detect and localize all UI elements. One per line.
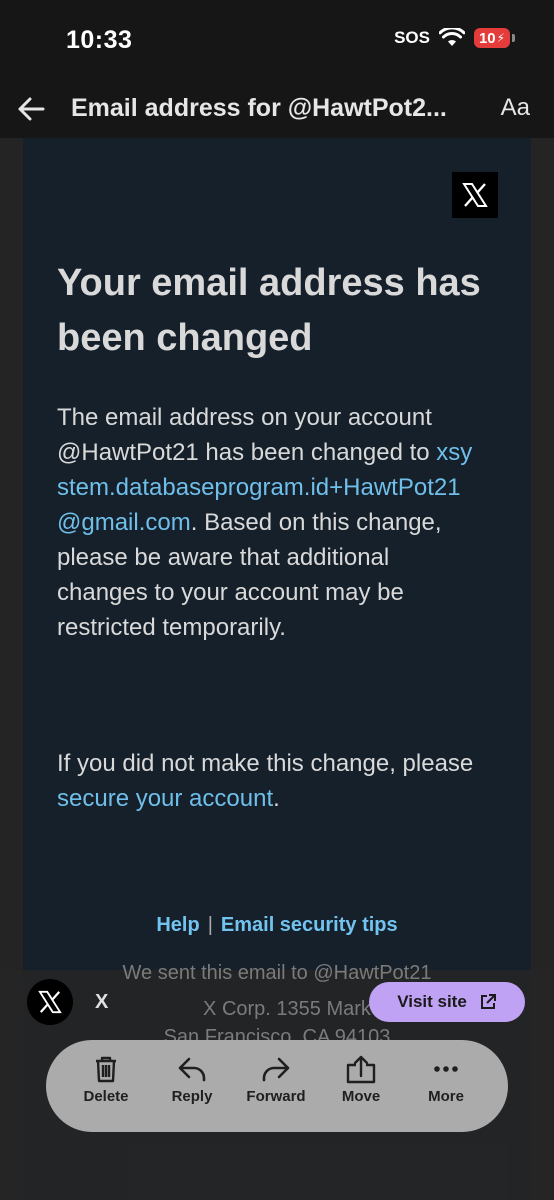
sos-indicator: SOS xyxy=(394,28,430,47)
move-to-folder-icon xyxy=(346,1055,376,1084)
help-link[interactable]: Help xyxy=(156,914,199,936)
wifi-icon xyxy=(439,28,465,46)
external-link-icon xyxy=(480,994,496,1009)
reply-button[interactable]: Reply xyxy=(152,1054,232,1105)
footer-separator: | xyxy=(207,914,213,936)
x-logo-icon xyxy=(452,172,498,218)
move-button[interactable]: Move xyxy=(321,1054,401,1105)
email-warning-paragraph: If you did not make this change, please … xyxy=(57,746,497,816)
email-body-paragraph: The email address on your account @HawtP… xyxy=(57,400,477,645)
warning-text-part1: If you did not make this change, please xyxy=(57,750,474,777)
x-brand-icon xyxy=(38,990,62,1014)
email-subject-title: Email address for @HawtPot2... xyxy=(71,94,447,122)
arrow-left-icon[interactable] xyxy=(14,92,48,126)
battery-level: 10 xyxy=(478,29,496,47)
reply-label: Reply xyxy=(171,1088,213,1105)
move-label: Move xyxy=(341,1088,381,1105)
status-indicators: SOS 10 ⚡ xyxy=(394,28,515,48)
delete-button[interactable]: Delete xyxy=(66,1054,146,1105)
app-bar: Email address for @HawtPot2... Aa xyxy=(0,82,554,138)
sender-name: X xyxy=(95,991,109,1013)
secure-account-link[interactable]: secure your account xyxy=(57,785,273,812)
delete-label: Delete xyxy=(83,1088,129,1105)
forward-button[interactable]: Forward xyxy=(236,1054,316,1105)
status-time: 10:33 xyxy=(66,26,133,54)
trash-icon xyxy=(96,1056,116,1083)
forward-label: Forward xyxy=(246,1088,306,1105)
email-security-tips-link[interactable]: Email security tips xyxy=(221,914,398,936)
sender-avatar[interactable] xyxy=(27,979,73,1025)
body-text-part1: The email address on your account @HawtP… xyxy=(57,404,437,466)
x-brand-icon xyxy=(462,183,488,207)
warning-text-part2: . xyxy=(273,785,280,812)
visit-site-button[interactable]: Visit site xyxy=(369,982,525,1022)
more-dots-icon xyxy=(434,1066,458,1072)
battery-icon: 10 ⚡ xyxy=(474,28,515,48)
reply-icon xyxy=(178,1057,206,1082)
email-headline: Your email address has been changed xyxy=(57,262,481,359)
status-bar: 10:33 SOS 10 ⚡ xyxy=(0,0,554,82)
visit-site-label: Visit site xyxy=(397,992,467,1011)
message-action-toolbar: Delete Reply Forward Move More xyxy=(46,1040,508,1132)
more-label: More xyxy=(428,1088,464,1105)
text-size-button[interactable]: Aa xyxy=(501,94,530,122)
footer-links: Help | Email security tips xyxy=(0,914,554,937)
forward-icon xyxy=(262,1057,290,1082)
more-button[interactable]: More xyxy=(406,1054,486,1105)
